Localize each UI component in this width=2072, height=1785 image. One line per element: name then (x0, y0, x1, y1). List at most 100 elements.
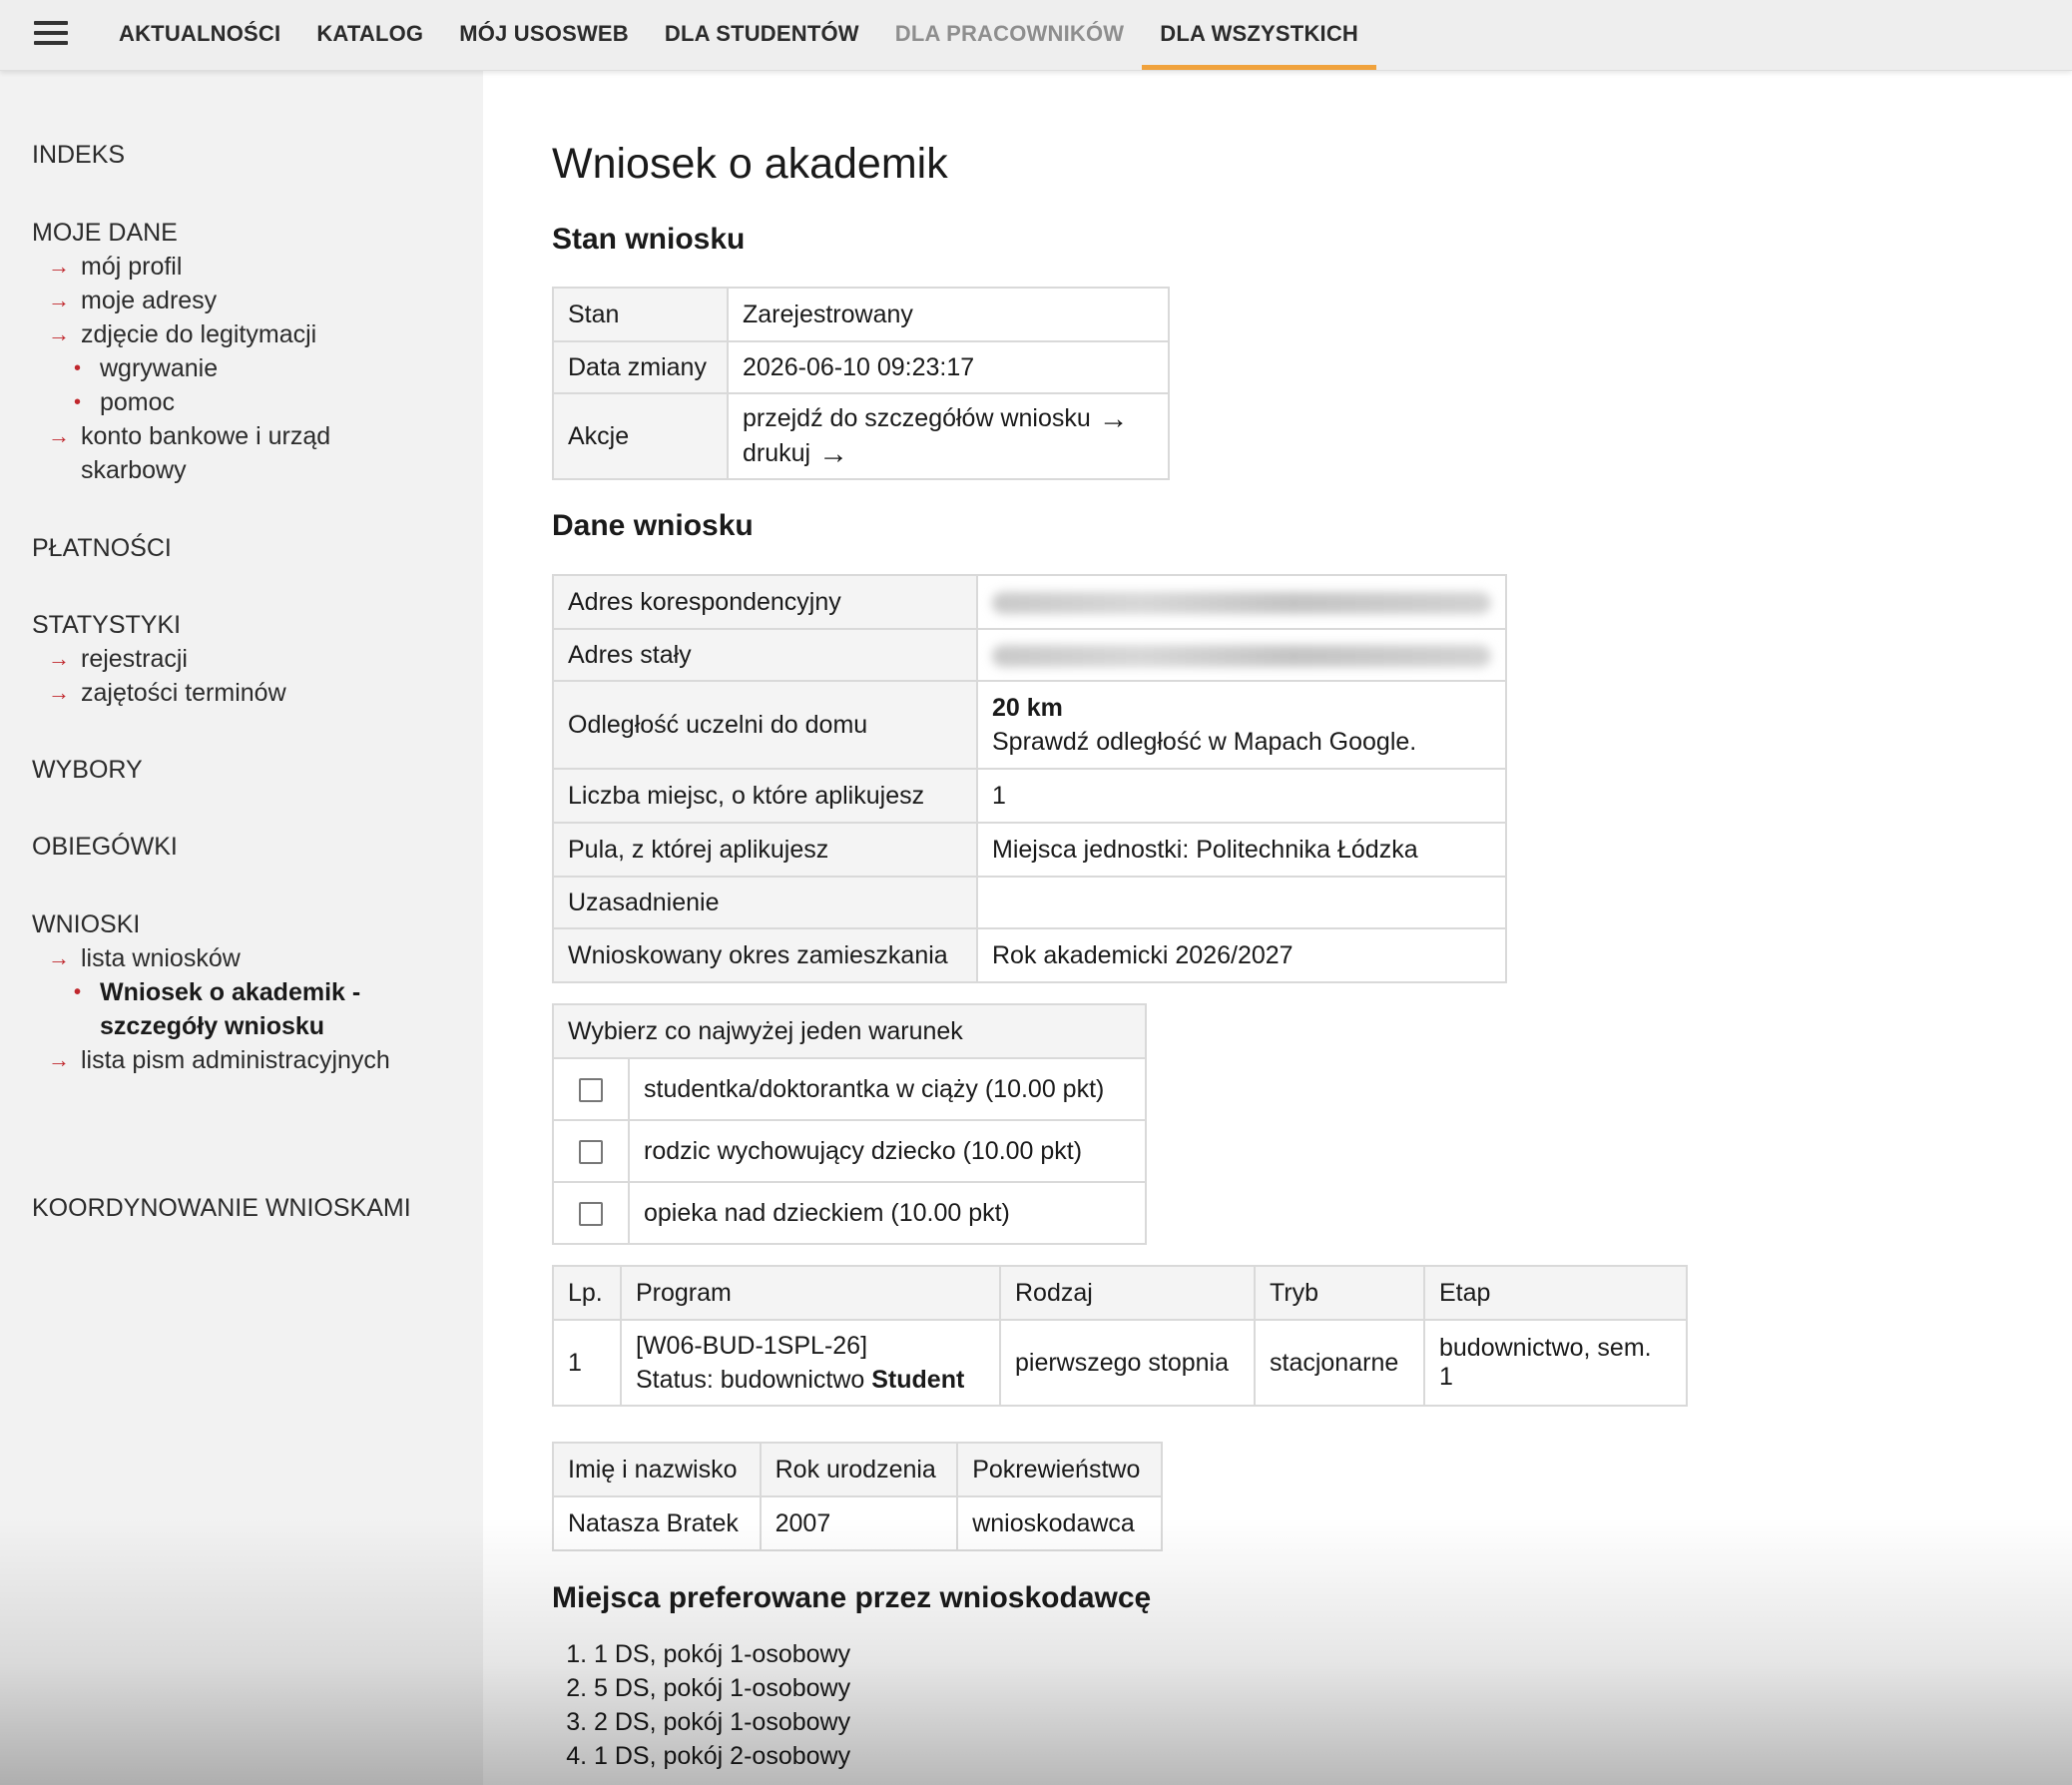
redacted-address (992, 591, 1491, 614)
sidebar-indeks[interactable]: INDEKS (32, 138, 125, 172)
sidebar-item-zajetosci[interactable]: → zajętości terminów (32, 676, 286, 710)
col-header-program: Program (620, 1265, 1001, 1321)
szczegoly-link-text: przejdź do szczegółów wniosku (743, 404, 1091, 432)
arrow-right-icon: → (48, 646, 70, 671)
top-navigation-bar: AKTUALNOŚCI KATALOG MÓJ USOSWEB DLA STUD… (0, 0, 2072, 71)
nav-dla-wszystkich[interactable]: DLA WSZYSTKICH (1142, 0, 1377, 70)
row-etap: budownictwo, sem. 1 (1423, 1319, 1688, 1407)
pula-value: Miejsca jednostki: Politechnika Łódzka (976, 822, 1507, 878)
sidebar-item-current-wniosek: • Wniosek o akademik - szczegóły wniosku (32, 975, 390, 1043)
program-code: [W06-BUD-1SPL-26] (636, 1332, 868, 1360)
sidebar-item-label: rejestracji (81, 645, 188, 673)
warunek-checkbox-2[interactable] (579, 1139, 603, 1164)
row-lp: 1 (552, 1319, 622, 1407)
col-header-etap: Etap (1423, 1265, 1688, 1321)
sidebar-item-label: pomoc (100, 388, 176, 416)
akcje-label: Akcje (552, 392, 729, 480)
bullet-icon: • (74, 981, 82, 1003)
sidebar-item-zdjecie[interactable]: → zdjęcie do legitymacji (32, 317, 330, 351)
redacted-address (992, 644, 1491, 667)
sidebar: INDEKS MOJE DANE → mój profil → moje adres… (0, 71, 483, 1785)
nav-dla-studentow[interactable]: DLA STUDENTÓW (647, 0, 877, 70)
warunek-checkbox-1[interactable] (579, 1077, 603, 1102)
sidebar-item-pomoc[interactable]: • pomoc (32, 385, 330, 419)
sidebar-item-label: wgrywanie (100, 354, 219, 382)
drukuj-link-text: drukuj (743, 439, 811, 467)
miejsca-heading: Miejsca preferowane przez wnioskodawcę (552, 1581, 1152, 1614)
sidebar-item-wgrywanie[interactable]: • wgrywanie (32, 351, 330, 385)
list-item: 5 DS, pokój 1-osobowy (594, 1671, 850, 1705)
data-zmiany-value: 2026-06-10 09:23:17 (727, 340, 1170, 394)
sidebar-item-lista-pism[interactable]: → lista pism administracyjnych (32, 1043, 390, 1077)
okres-value: Rok akademicki 2026/2027 (976, 927, 1507, 983)
program-status: Status: budownictwo (636, 1366, 865, 1394)
nav-dla-pracownikow[interactable]: DLA PRACOWNIKÓW (877, 0, 1143, 70)
sidebar-item-label: szczegóły wniosku (100, 1012, 325, 1040)
liczba-miejsc-value: 1 (976, 768, 1507, 824)
google-maps-link[interactable]: Sprawdź odległość w Mapach Google. (992, 728, 1416, 756)
preferences-list: 1 DS, pokój 1-osobowy 5 DS, pokój 1-osob… (554, 1637, 850, 1773)
arrow-right-icon: → (48, 680, 70, 705)
adres-staly-label: Adres stały (552, 628, 978, 682)
col-header-lp: Lp. (552, 1265, 622, 1321)
sidebar-wybory[interactable]: WYBORY (32, 753, 143, 787)
warunek-label-2: rodzic wychowujący dziecko (10.00 pkt) (628, 1119, 1147, 1183)
sidebar-koordynowanie[interactable]: KOORDYNOWANIE WNIOSKAMI (32, 1191, 411, 1225)
sidebar-item-moj-profil[interactable]: → mój profil (32, 250, 330, 284)
arrow-right-icon: → (48, 288, 70, 312)
szczegoly-link[interactable]: przejdź do szczegółów wniosku → (743, 402, 1129, 435)
uzasadnienie-label: Uzasadnienie (552, 876, 978, 929)
main-nav: AKTUALNOŚCI KATALOG MÓJ USOSWEB DLA STUD… (101, 0, 1377, 70)
sidebar-item-label: lista wniosków (81, 944, 241, 972)
arrow-right-icon: → (818, 437, 849, 470)
data-zmiany-label: Data zmiany (552, 340, 729, 394)
sidebar-obiegowki[interactable]: OBIEGÓWKI (32, 830, 178, 864)
arrow-right-icon: → (48, 254, 70, 279)
programy-table: Lp. Program Rodzaj Tryb Etap 1 [W06-BUD-… (552, 1265, 1688, 1407)
sidebar-item-moje-adresy[interactable]: → moje adresy (32, 284, 330, 317)
arrow-right-icon: → (48, 423, 70, 448)
list-item: 1 DS, pokój 1-osobowy (594, 1637, 850, 1671)
nav-aktualnosci[interactable]: AKTUALNOŚCI (101, 0, 298, 70)
sidebar-item-label: zajętości terminów (81, 679, 286, 707)
stan-label: Stan (552, 287, 729, 342)
sidebar-item-label: mój profil (81, 253, 183, 281)
row-year: 2007 (759, 1495, 959, 1551)
row-rodzaj: pierwszego stopnia (999, 1319, 1256, 1407)
sidebar-wnioski[interactable]: WNIOSKI (32, 907, 390, 941)
dane-heading: Dane wniosku (552, 509, 754, 542)
sidebar-item-rejestracji[interactable]: → rejestracji (32, 642, 286, 676)
bullet-icon: • (74, 391, 82, 413)
sidebar-item-lista-wnioskow[interactable]: → lista wniosków (32, 941, 390, 975)
program-status-bold: Student (871, 1366, 965, 1394)
nav-katalog[interactable]: KATALOG (298, 0, 441, 70)
stan-value: Zarejestrowany (727, 287, 1170, 342)
warunek-label-3: opieka nad dzieckiem (10.00 pkt) (628, 1181, 1147, 1245)
sidebar-platnosci[interactable]: PŁATNOŚCI (32, 531, 172, 565)
pula-label: Pula, z której aplikujesz (552, 822, 978, 878)
warunek-checkbox-3[interactable] (579, 1201, 603, 1226)
dane-table: Adres korespondencyjny Adres stały Odleg… (552, 574, 1507, 983)
sidebar-moje-dane[interactable]: MOJE DANE (32, 216, 330, 250)
sidebar-item-label: skarbowy (81, 456, 187, 484)
arrow-right-icon: → (48, 945, 70, 970)
list-item: 2 DS, pokój 1-osobowy (594, 1705, 850, 1739)
stan-heading: Stan wniosku (552, 223, 746, 256)
col-header-rodzaj: Rodzaj (999, 1265, 1256, 1321)
sidebar-item-label: lista pism administracyjnych (81, 1046, 390, 1074)
sidebar-item-konto-bankowe[interactable]: → konto bankowe i urząd skarbowy (32, 419, 330, 487)
row-tryb: stacjonarne (1254, 1319, 1425, 1407)
menu-icon[interactable] (34, 21, 68, 47)
nav-moj-usosweb[interactable]: MÓJ USOSWEB (441, 0, 647, 70)
bullet-icon: • (74, 357, 82, 379)
odleglosc-label: Odległość uczelni do domu (552, 680, 978, 770)
list-item: 1 DS, pokój 2-osobowy (594, 1739, 850, 1773)
table-row: Natasza Bratek 2007 wnioskodawca (552, 1495, 1163, 1551)
arrow-right-icon: → (1098, 402, 1129, 435)
sidebar-statystyki[interactable]: STATYSTYKI (32, 608, 286, 642)
stan-table: Stan Zarejestrowany Data zmiany 2026-06-… (552, 287, 1170, 480)
sidebar-item-label: konto bankowe i urząd (81, 422, 331, 450)
drukuj-link[interactable]: drukuj → (743, 437, 848, 470)
okres-label: Wnioskowany okres zamieszkania (552, 927, 978, 983)
warunki-header: Wybierz co najwyżej jeden warunek (552, 1003, 1147, 1059)
